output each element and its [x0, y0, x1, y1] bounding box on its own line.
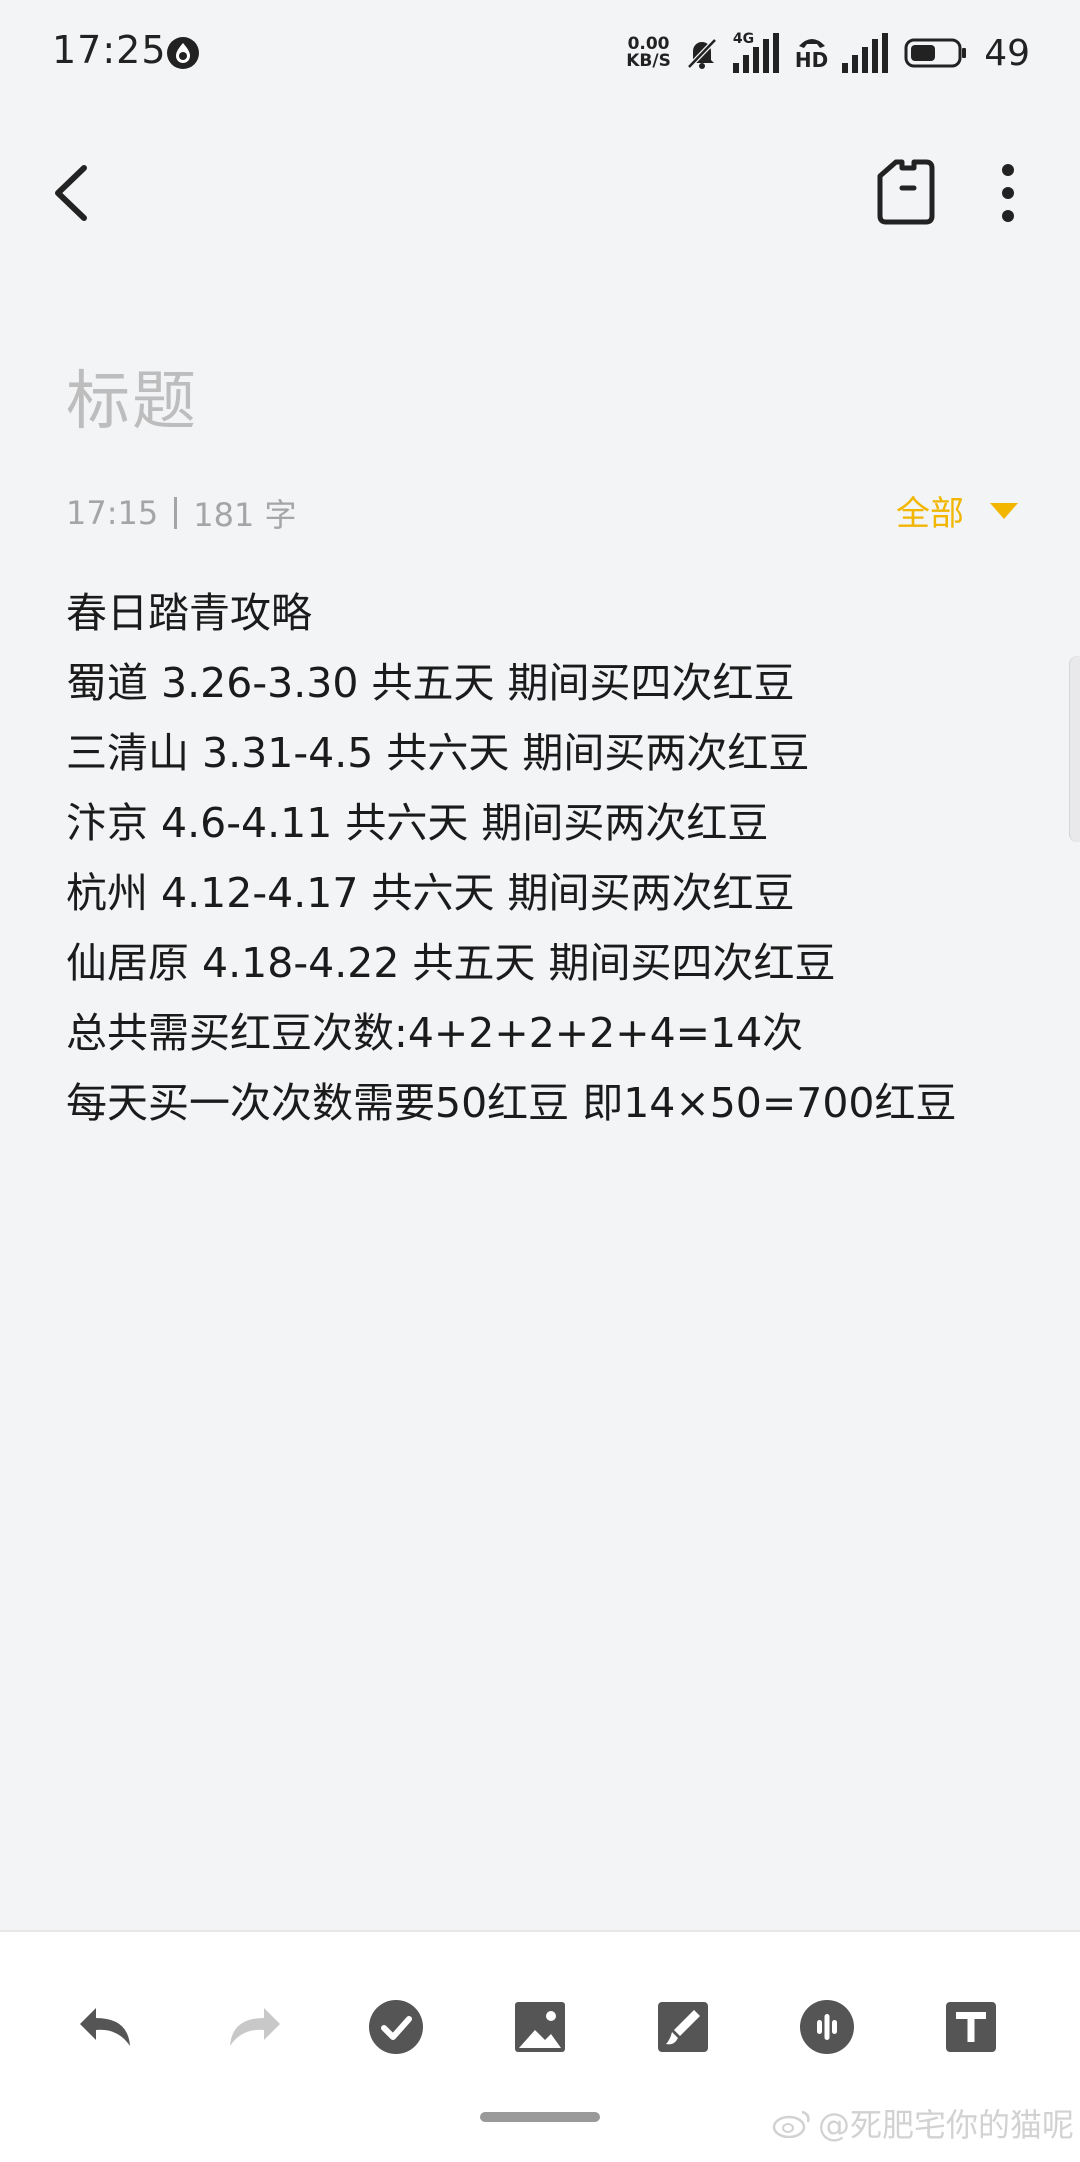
chevron-down-icon [990, 502, 1018, 519]
mute-bell-icon [687, 38, 717, 69]
note-line: 三清山 3.31-4.5 共六天 期间买两次红豆 [66, 729, 810, 777]
meta-divider [174, 497, 178, 529]
net-speed-unit: KB/S [626, 51, 671, 71]
signal-4g: 4G [732, 31, 781, 73]
weibo-logo-icon [772, 2110, 810, 2138]
voice-button[interactable] [792, 1992, 862, 2062]
scroll-handle[interactable] [1070, 656, 1080, 842]
insert-image-button[interactable] [505, 1992, 575, 2062]
voice-icon [800, 2000, 854, 2054]
note-time: 17:15 [66, 494, 159, 532]
word-count: 181 字 [193, 496, 297, 534]
check-circle-icon [369, 2000, 423, 2054]
folder-label: 全部 [896, 494, 964, 534]
status-time: 17:25 [52, 28, 167, 72]
status-bar: 17:25 0.00 KB/S 4G HD 49 [0, 0, 1080, 110]
watermark-text: @死肥宅你的猫呢 [817, 2106, 1074, 2144]
status-icons: 0.00 KB/S 4G HD 49 [626, 28, 1030, 78]
brush-icon [658, 2002, 708, 2052]
watermark: @死肥宅你的猫呢 [772, 2100, 1074, 2146]
image-icon [515, 2002, 565, 2052]
hd-label: HD [794, 48, 829, 72]
redo-button[interactable] [218, 1992, 288, 2062]
text-format-button[interactable] [936, 1992, 1006, 2062]
tag-icon[interactable] [874, 158, 936, 226]
undo-icon [80, 2008, 130, 2046]
note-line: 蜀道 3.26-3.30 共五天 期间买四次红豆 [66, 659, 795, 707]
more-vertical-icon[interactable] [990, 158, 1026, 228]
text-format-icon [946, 2002, 996, 2052]
brush-button[interactable] [648, 1992, 718, 2062]
battery-level: 49 [984, 32, 1030, 74]
note-line: 杭州 4.12-4.17 共六天 期间买两次红豆 [66, 869, 795, 917]
back-arrow-icon[interactable] [44, 158, 104, 228]
hd-call: HD [795, 36, 828, 70]
note-line: 总共需买红豆次数:4+2+2+2+4=14次 [66, 1009, 804, 1057]
note-line: 汴京 4.6-4.11 共六天 期间买两次红豆 [66, 799, 769, 847]
signal-bars-icon [732, 33, 779, 73]
note-line: 每天买一次次数需要50红豆 即14×50=700红豆 [66, 1079, 957, 1127]
note-title-input[interactable]: 标题 [66, 350, 198, 442]
checklist-button[interactable] [361, 1992, 431, 2062]
folder-selector[interactable]: 全部 [896, 486, 1018, 535]
battery-icon [904, 38, 967, 68]
net-speed: 0.00 KB/S [626, 36, 671, 70]
note-line: 仙居原 4.18-4.22 共五天 期间买四次红豆 [66, 939, 836, 987]
signal-bars-icon [842, 33, 889, 73]
note-meta: 17:15 181 字 [66, 490, 296, 536]
undo-button[interactable] [72, 1992, 142, 2062]
notification-app-icon [167, 37, 199, 69]
home-indicator[interactable] [480, 2112, 600, 2122]
note-body[interactable]: 春日踏青攻略 蜀道 3.26-3.30 共五天 期间买四次红豆 三清山 3.31… [66, 578, 1026, 1138]
redo-icon [230, 2008, 280, 2046]
note-line: 春日踏青攻略 [66, 589, 312, 637]
